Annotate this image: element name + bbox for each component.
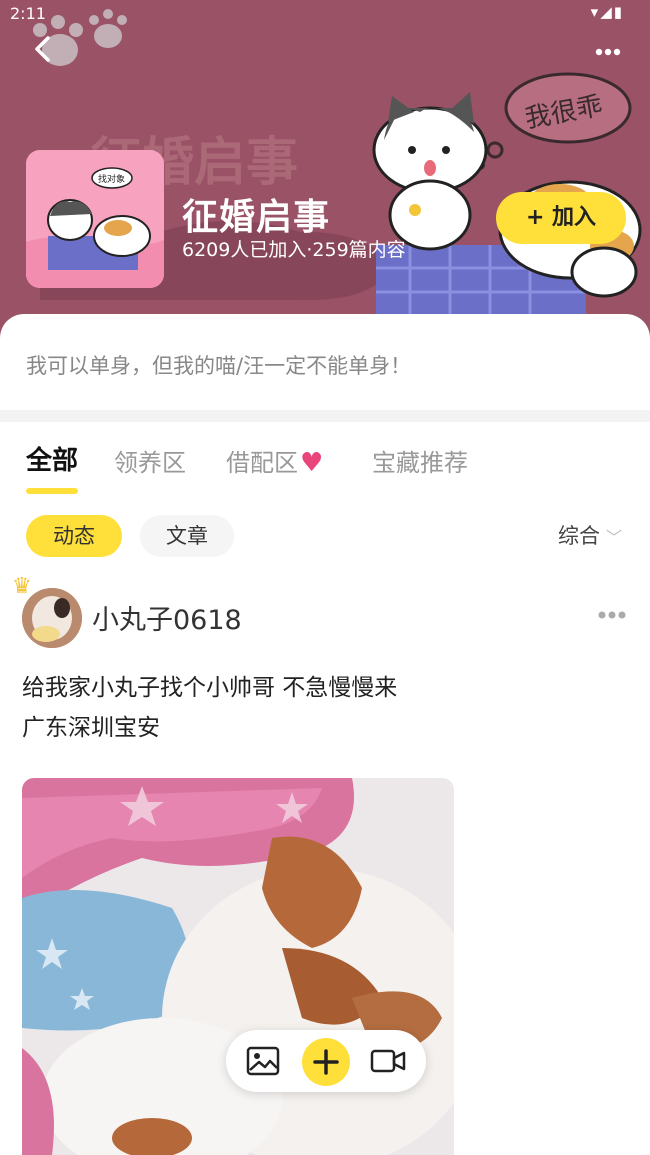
group-thumbnail: 找对象 <box>26 150 164 288</box>
tab-recommend[interactable]: 宝藏推荐 <box>372 443 468 478</box>
status-bar: 2:11 ▾◢▮ <box>0 0 650 28</box>
post-photo[interactable] <box>22 778 454 1155</box>
more-button[interactable] <box>590 30 626 66</box>
sort-dropdown[interactable]: 综合 ﹀ <box>558 520 622 550</box>
back-arrow-icon <box>35 36 50 62</box>
category-tabs: 全部 领养区 借配区♥ 宝藏推荐 <box>0 440 650 500</box>
crown-icon: ♛ <box>12 574 32 599</box>
section-divider <box>0 410 650 422</box>
publish-plus-button[interactable] <box>302 1038 350 1086</box>
post-image-button[interactable] <box>246 1044 280 1078</box>
publish-bar <box>226 1030 426 1092</box>
more-dots-icon <box>595 48 621 56</box>
sort-label: 综合 <box>557 524 600 548</box>
group-thumbnail-image: 找对象 <box>26 150 164 288</box>
heart-icon: ♥ <box>300 448 324 478</box>
tab-breeding[interactable]: 借配区♥ <box>226 443 323 478</box>
post-username[interactable]: 小丸子0618 <box>92 598 242 637</box>
tab-adoption[interactable]: 领养区 <box>114 443 186 478</box>
post-text-line-1: 给我家小丸子找个小帅哥 不急慢慢来 <box>22 675 398 701</box>
post-photo-image <box>22 778 454 1155</box>
svg-text:找对象: 找对象 <box>98 173 125 185</box>
tab-breeding-label: 借配区 <box>226 449 298 477</box>
video-camera-icon <box>370 1049 406 1073</box>
group-stats: 6209人已加入·259篇内容 <box>182 239 406 261</box>
more-dots-icon <box>598 611 626 619</box>
filter-chip-articles[interactable]: 文章 <box>140 515 234 557</box>
group-banner: 征婚启事 我很乖 2:11 ▾◢▮ 找对象 征婚启事 6209人已加入·259篇… <box>0 0 650 340</box>
back-button[interactable] <box>24 30 60 66</box>
status-icons: ▾◢▮ <box>590 3 624 21</box>
tab-all[interactable]: 全部 <box>26 440 78 477</box>
post-more-button[interactable] <box>598 600 626 625</box>
join-button[interactable]: + 加入 <box>496 192 626 244</box>
post-location: 广东深圳宝安 <box>22 715 160 741</box>
active-tab-indicator <box>26 488 78 494</box>
filter-chip-posts[interactable]: 动态 <box>26 515 122 557</box>
group-description: 我可以单身，但我的喵/汪一定不能单身！ <box>26 354 412 378</box>
status-time: 2:11 <box>10 4 46 23</box>
plus-icon <box>313 1049 339 1075</box>
group-description-card: 我可以单身，但我的喵/汪一定不能单身！ <box>0 314 650 410</box>
image-icon <box>246 1046 280 1076</box>
chevron-down-icon: ﹀ <box>605 528 622 547</box>
group-title: 征婚启事 <box>182 197 331 238</box>
post-video-button[interactable] <box>370 1044 406 1078</box>
